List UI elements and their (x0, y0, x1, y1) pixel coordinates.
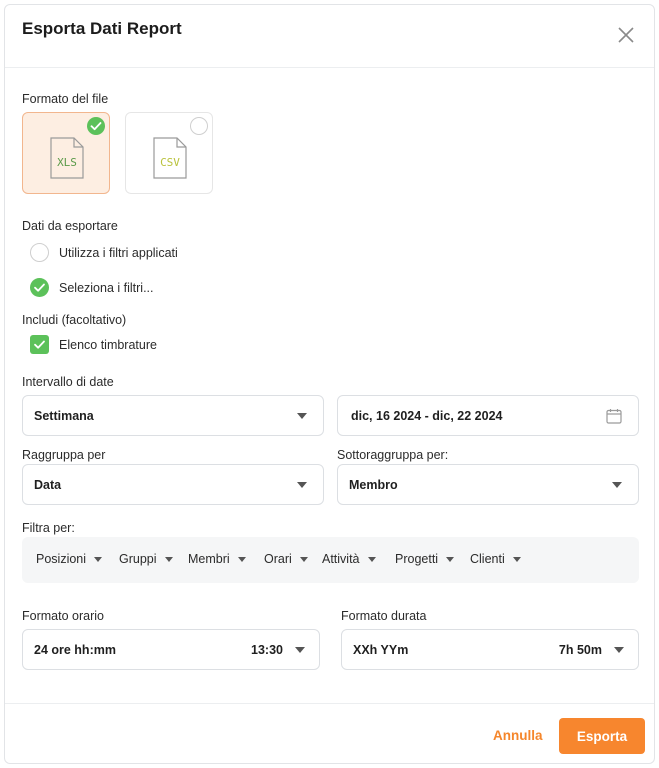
option-use-applied-filters[interactable]: Utilizza i filtri applicati (30, 243, 178, 262)
duration-format-example: 7h 50m (558, 643, 602, 657)
checkbox-label: Elenco timbrature (59, 337, 157, 352)
chevron-down-icon (237, 556, 246, 562)
xls-file-icon: XLS (50, 137, 84, 184)
chevron-down-icon (297, 413, 307, 419)
dialog-header: Esporta Dati Report (5, 5, 654, 68)
selected-check-icon (87, 117, 105, 135)
chevron-down-icon (612, 482, 622, 488)
date-range-value: dic, 16 2024 - dic, 22 2024 (351, 409, 503, 423)
unselected-radio-icon (190, 117, 208, 135)
csv-file-icon: CSV (153, 137, 187, 184)
chevron-down-icon (297, 482, 307, 488)
group-by-value: Data (34, 478, 62, 492)
checkbox-checked-icon (30, 335, 49, 354)
filter-label: Posizioni (36, 552, 87, 566)
subgroup-by-value: Membro (349, 478, 398, 492)
xls-icon-text: XLS (57, 156, 77, 169)
chevron-down-icon (367, 556, 376, 562)
time-format-example: 13:30 (251, 643, 283, 657)
include-label: Includi (facoltativo) (22, 313, 127, 327)
filter-label: Attività (322, 552, 360, 566)
filter-by-label: Filtra per: (22, 521, 75, 535)
close-icon[interactable] (616, 25, 636, 45)
filter-clients[interactable]: Clienti (470, 552, 521, 566)
data-export-label: Dati da esportare (22, 219, 118, 233)
filter-label: Progetti (395, 552, 439, 566)
time-format-select[interactable]: 24 ore hh:mm 13:30 (22, 629, 320, 670)
date-range-label: Intervallo di date (22, 375, 114, 389)
cancel-button[interactable]: Annulla (493, 728, 543, 743)
duration-format-select[interactable]: XXh YYm 7h 50m (341, 629, 639, 670)
chevron-down-icon (299, 556, 308, 562)
chevron-down-icon (614, 647, 624, 653)
chevron-down-icon (295, 647, 305, 653)
csv-icon-text: CSV (160, 156, 180, 169)
filter-schedules[interactable]: Orari (264, 552, 308, 566)
chevron-down-icon (94, 556, 103, 562)
filter-label: Clienti (470, 552, 505, 566)
group-by-select[interactable]: Data (22, 464, 324, 505)
filter-label: Gruppi (119, 552, 157, 566)
export-report-dialog: Esporta Dati Report Formato del file XLS… (4, 4, 655, 764)
filter-bar: Posizioni Gruppi Membri Orari Attività P… (22, 537, 639, 583)
time-format-value: 24 ore hh:mm (34, 643, 116, 657)
format-option-xls[interactable]: XLS (22, 112, 110, 194)
export-button[interactable]: Esporta (559, 718, 645, 754)
filter-positions[interactable]: Posizioni (36, 552, 103, 566)
checkbox-punch-list[interactable]: Elenco timbrature (30, 335, 157, 354)
format-option-csv[interactable]: CSV (125, 112, 213, 194)
filter-members[interactable]: Membri (188, 552, 246, 566)
chevron-down-icon (512, 556, 521, 562)
option-label: Utilizza i filtri applicati (59, 245, 178, 260)
filter-activities[interactable]: Attività (322, 552, 376, 566)
filter-label: Membri (188, 552, 230, 566)
duration-format-label: Formato durata (341, 609, 427, 623)
radio-selected-check-icon (30, 278, 49, 297)
chevron-down-icon (446, 556, 455, 562)
date-range-picker[interactable]: dic, 16 2024 - dic, 22 2024 (337, 395, 639, 436)
subgroup-by-select[interactable]: Membro (337, 464, 639, 505)
filter-groups[interactable]: Gruppi (119, 552, 173, 566)
dialog-title: Esporta Dati Report (22, 19, 182, 38)
filter-label: Orari (264, 552, 292, 566)
option-label: Seleziona i filtri... (59, 280, 154, 295)
footer-divider (5, 703, 654, 704)
time-format-label: Formato orario (22, 609, 104, 623)
period-value: Settimana (34, 409, 94, 423)
duration-format-value: XXh YYm (353, 643, 409, 657)
period-select[interactable]: Settimana (22, 395, 324, 436)
filter-projects[interactable]: Progetti (395, 552, 455, 566)
subgroup-by-label: Sottoraggruppa per: (337, 448, 449, 462)
file-format-label: Formato del file (22, 92, 109, 106)
chevron-down-icon (164, 556, 173, 562)
calendar-icon (606, 408, 622, 429)
option-select-filters[interactable]: Seleziona i filtri... (30, 278, 153, 297)
group-by-label: Raggruppa per (22, 448, 106, 462)
radio-unselected-icon (30, 243, 49, 262)
